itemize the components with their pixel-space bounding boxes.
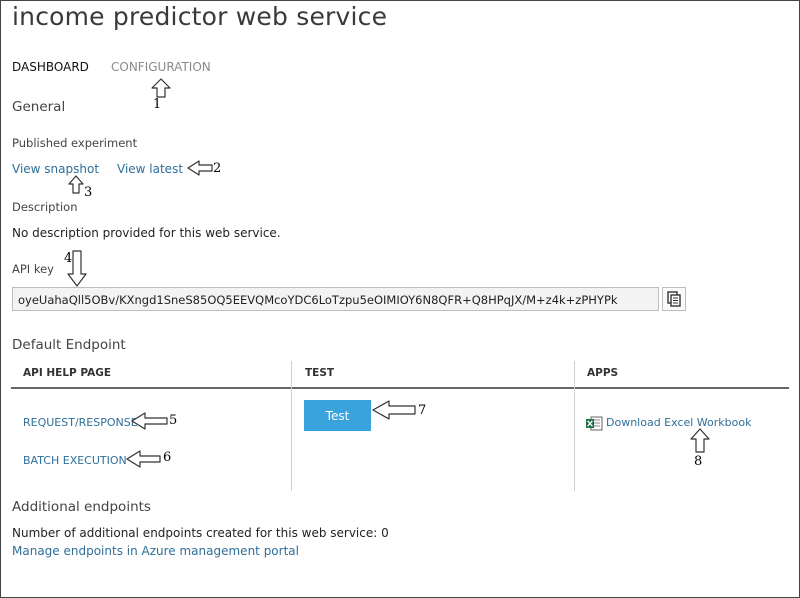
callout-number: 1 bbox=[153, 97, 161, 112]
callout-number: 3 bbox=[84, 185, 92, 200]
up-arrow-icon bbox=[151, 78, 171, 98]
annotation-overlay: 1 2 3 4 5 6 7 8 bbox=[64, 78, 710, 469]
left-arrow-icon bbox=[187, 160, 213, 176]
callout-number: 6 bbox=[163, 450, 171, 465]
left-arrow-icon bbox=[126, 450, 161, 468]
callout-number: 4 bbox=[64, 251, 72, 266]
callout-number: 2 bbox=[213, 161, 221, 176]
up-arrow-icon bbox=[68, 175, 84, 194]
callout-number: 7 bbox=[418, 403, 426, 418]
left-arrow-icon bbox=[131, 412, 168, 430]
up-arrow-icon bbox=[690, 428, 710, 453]
callout-number: 5 bbox=[169, 413, 177, 428]
callout-number: 8 bbox=[694, 454, 702, 469]
left-arrow-icon bbox=[372, 400, 416, 420]
